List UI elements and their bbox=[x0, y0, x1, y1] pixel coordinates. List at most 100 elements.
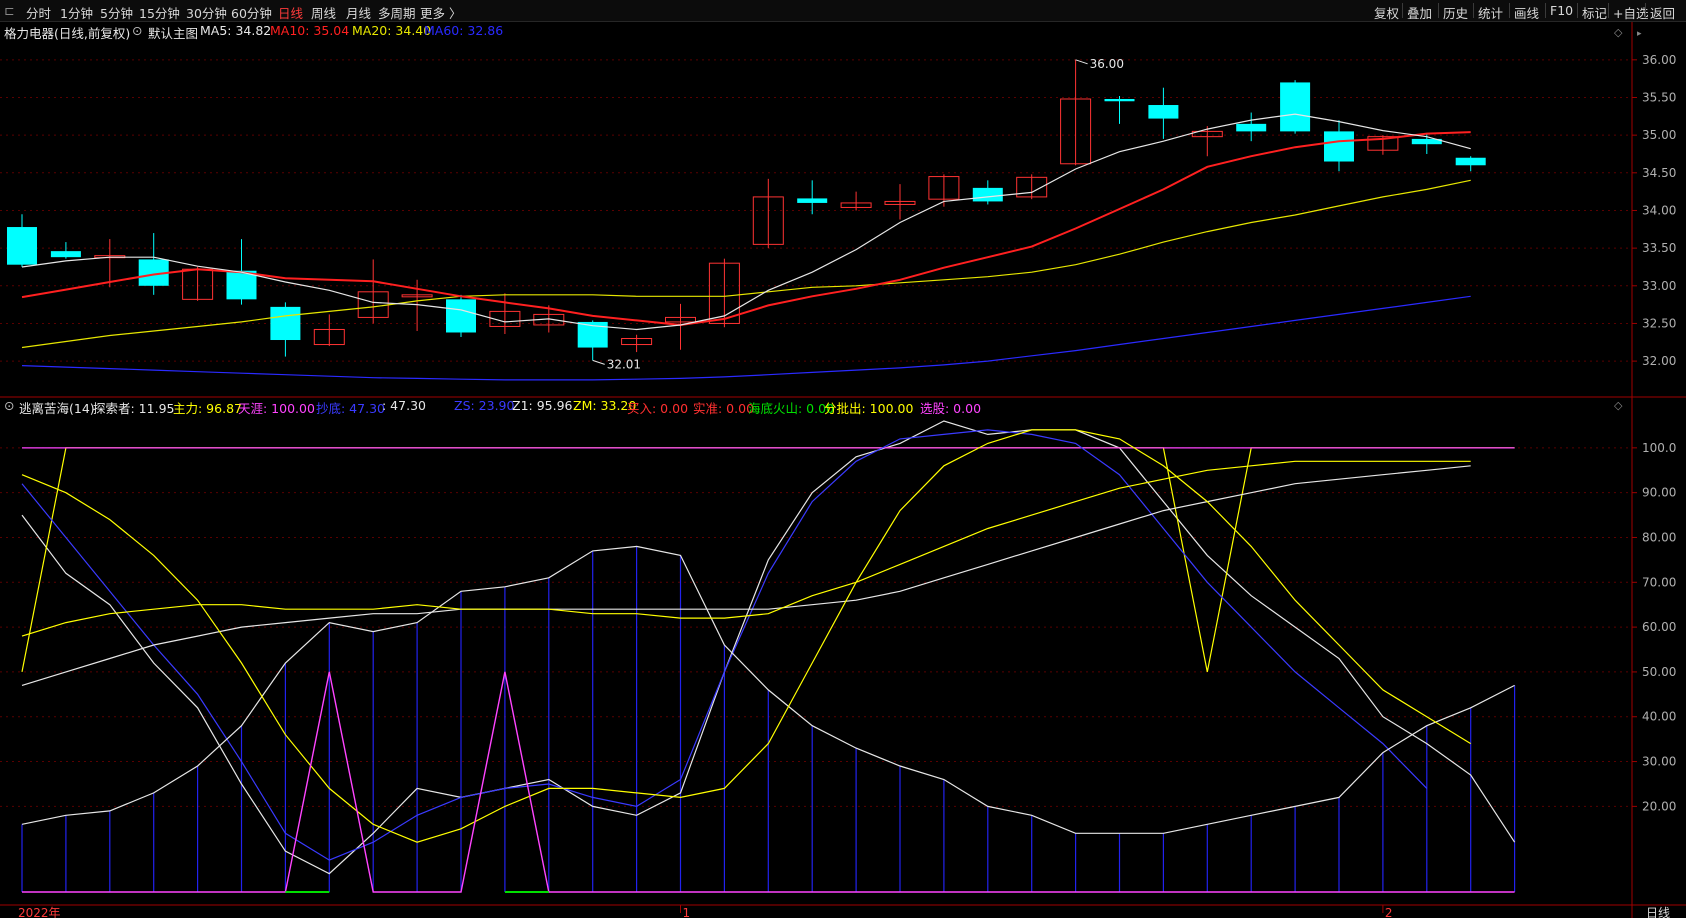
indicator-line-分批出 bbox=[21, 460, 1471, 637]
indicator-tick-label: 80.00 bbox=[1642, 530, 1676, 544]
timeframe-4[interactable]: 30分钟 bbox=[186, 3, 227, 22]
indicator-line-抄底 bbox=[21, 429, 1428, 861]
ma5-label: MA5: 34.82 bbox=[200, 23, 272, 38]
indicator-value-2: 天涯: 100.00 bbox=[238, 401, 315, 416]
toolbar-separator bbox=[1402, 3, 1403, 18]
toolbar-button-0[interactable]: 复权 bbox=[1374, 3, 1399, 22]
candle-body-down bbox=[50, 251, 81, 258]
indicator-line-买入 bbox=[22, 671, 1515, 893]
ma5-line bbox=[21, 113, 1471, 331]
candle-body-down bbox=[270, 306, 301, 341]
candle-body-up bbox=[357, 291, 389, 318]
grid-layer bbox=[0, 22, 1686, 918]
main-tick-label: 34.00 bbox=[1642, 203, 1676, 217]
candle-body-up bbox=[1367, 136, 1399, 151]
template-label[interactable]: 默认主图 bbox=[148, 23, 198, 42]
timeframe-9[interactable]: 多周期 bbox=[378, 3, 416, 22]
candle-body-down bbox=[138, 259, 169, 286]
indicator-tick-label: 20.00 bbox=[1642, 799, 1676, 813]
chart-svg[interactable]: 36.00 35.50 35.00 34.50 34.00 33.50 33.00 32.50… bbox=[0, 0, 1686, 918]
main-tick-label: 32.00 bbox=[1642, 354, 1676, 368]
indicator-tick-label: 90.00 bbox=[1642, 486, 1676, 500]
timeframe-2[interactable]: 5分钟 bbox=[100, 3, 133, 22]
indicator-name[interactable]: 逃离苦海(14) bbox=[19, 398, 95, 417]
ma60-label: MA60: 32.86 bbox=[424, 23, 504, 38]
main-chart bbox=[7, 59, 1486, 381]
candle-body-down bbox=[1280, 82, 1311, 132]
price-annotation-label: 36.00 bbox=[1090, 57, 1124, 71]
candle-body-down bbox=[226, 270, 257, 300]
main-tick-label: 35.50 bbox=[1642, 90, 1676, 104]
year-label: 2022年 bbox=[18, 906, 61, 918]
indicator-line-ZS bbox=[21, 465, 1471, 686]
candle-body-up bbox=[313, 328, 345, 346]
candle-body-up bbox=[752, 196, 784, 245]
timeframe-5[interactable]: 60分钟 bbox=[231, 3, 272, 22]
candle-body-up bbox=[840, 202, 872, 208]
toolbar-button-7[interactable]: +自选 bbox=[1613, 3, 1648, 22]
indicator-value-1: 主力: 96.87 bbox=[173, 401, 242, 416]
template-gear-icon[interactable]: ⊙ bbox=[132, 23, 142, 38]
candle-body-down bbox=[1324, 131, 1354, 162]
toolbar-button-3[interactable]: 统计 bbox=[1478, 3, 1503, 22]
indicator-menu-icon[interactable]: ⊙ bbox=[4, 398, 14, 413]
toolbar-button-4[interactable]: 画线 bbox=[1514, 3, 1539, 22]
candle-body-down bbox=[1236, 123, 1267, 132]
timeframe-8[interactable]: 月线 bbox=[346, 3, 371, 22]
timeframe-3[interactable]: 15分钟 bbox=[139, 3, 180, 22]
main-tick-label: 36.00 bbox=[1642, 53, 1676, 67]
main-tick-label: 35.00 bbox=[1642, 128, 1676, 142]
candle-body-down bbox=[7, 227, 37, 265]
menu-icon[interactable]: ⊏ bbox=[4, 3, 14, 18]
indicator-value-3: 抄底: 47.30 bbox=[316, 401, 385, 416]
toolbar-button-6[interactable]: 标记 bbox=[1582, 3, 1607, 22]
axis-layer: 36.00 35.50 35.00 34.50 34.00 33.50 33.00 32.50… bbox=[1614, 26, 1676, 813]
candle-body-up bbox=[665, 316, 696, 323]
indicator-value-9: 实准: 0.00 bbox=[693, 401, 755, 416]
candle-body-up bbox=[489, 310, 521, 327]
candle-body-up bbox=[1191, 130, 1223, 138]
indicator-line-主力 bbox=[21, 447, 1515, 673]
indicator-value-4: : 47.30 bbox=[382, 398, 426, 413]
indicator-tick-label: 100.0 bbox=[1642, 441, 1676, 455]
ma10-label: MA10: 35.04 bbox=[270, 23, 350, 38]
indicator-line-探索者 bbox=[21, 420, 1516, 875]
candle-body-up bbox=[1060, 98, 1092, 165]
toolbar-button-1[interactable]: 叠加 bbox=[1407, 3, 1432, 22]
toolbar-separator bbox=[1545, 3, 1546, 18]
price-annotation-pointer bbox=[592, 359, 605, 365]
main-panel-collapse-icon: ▸ bbox=[1637, 29, 1642, 39]
indicator-value-12: 选股: 0.00 bbox=[920, 401, 982, 416]
toolbar-button-8[interactable]: 返回 bbox=[1650, 3, 1675, 22]
indicator-value-0: 探索者: 11.95 bbox=[93, 401, 175, 416]
timeframe-0[interactable]: 分时 bbox=[26, 3, 51, 22]
price-annotation-pointer bbox=[1075, 59, 1088, 65]
month-label: 1 bbox=[683, 906, 691, 918]
indicator-value-6: Z1: 95.96 bbox=[512, 398, 573, 413]
toolbar-button-2[interactable]: 历史 bbox=[1443, 3, 1468, 22]
price-annotation-label: 32.01 bbox=[607, 357, 641, 371]
indicator-chart bbox=[21, 420, 1516, 893]
ma20-line bbox=[21, 179, 1471, 349]
indicator-value-5: ZS: 23.90 bbox=[454, 398, 515, 413]
candle-body-down bbox=[446, 299, 476, 333]
indicator-value-8: 买入: 0.00 bbox=[627, 401, 689, 416]
timeframe-10[interactable]: 更多 〉 bbox=[420, 3, 461, 22]
indicator-line-ZM bbox=[21, 429, 1472, 843]
toolbar-separator bbox=[1645, 3, 1646, 18]
candle-body-up bbox=[928, 176, 960, 200]
main-tick-label: 33.50 bbox=[1642, 241, 1676, 255]
candle-body-down bbox=[1148, 105, 1179, 119]
toolbar-separator bbox=[1577, 3, 1578, 18]
timeframe-6[interactable]: 日线 bbox=[278, 3, 303, 22]
ma20-label: MA20: 34.40 bbox=[352, 23, 432, 38]
timeframe-7[interactable]: 周线 bbox=[311, 3, 336, 22]
timeframe-1[interactable]: 1分钟 bbox=[60, 3, 93, 22]
toolbar-button-5[interactable]: F10 bbox=[1550, 3, 1573, 18]
toolbar-separator bbox=[1509, 3, 1510, 18]
indicator-line-Z1 bbox=[21, 545, 1515, 834]
candle-body-up bbox=[401, 294, 433, 298]
candle-body-up bbox=[884, 200, 916, 205]
candle-body-down bbox=[1104, 98, 1135, 102]
indicator-value-10: 海底火山: 0.00 bbox=[748, 401, 835, 416]
